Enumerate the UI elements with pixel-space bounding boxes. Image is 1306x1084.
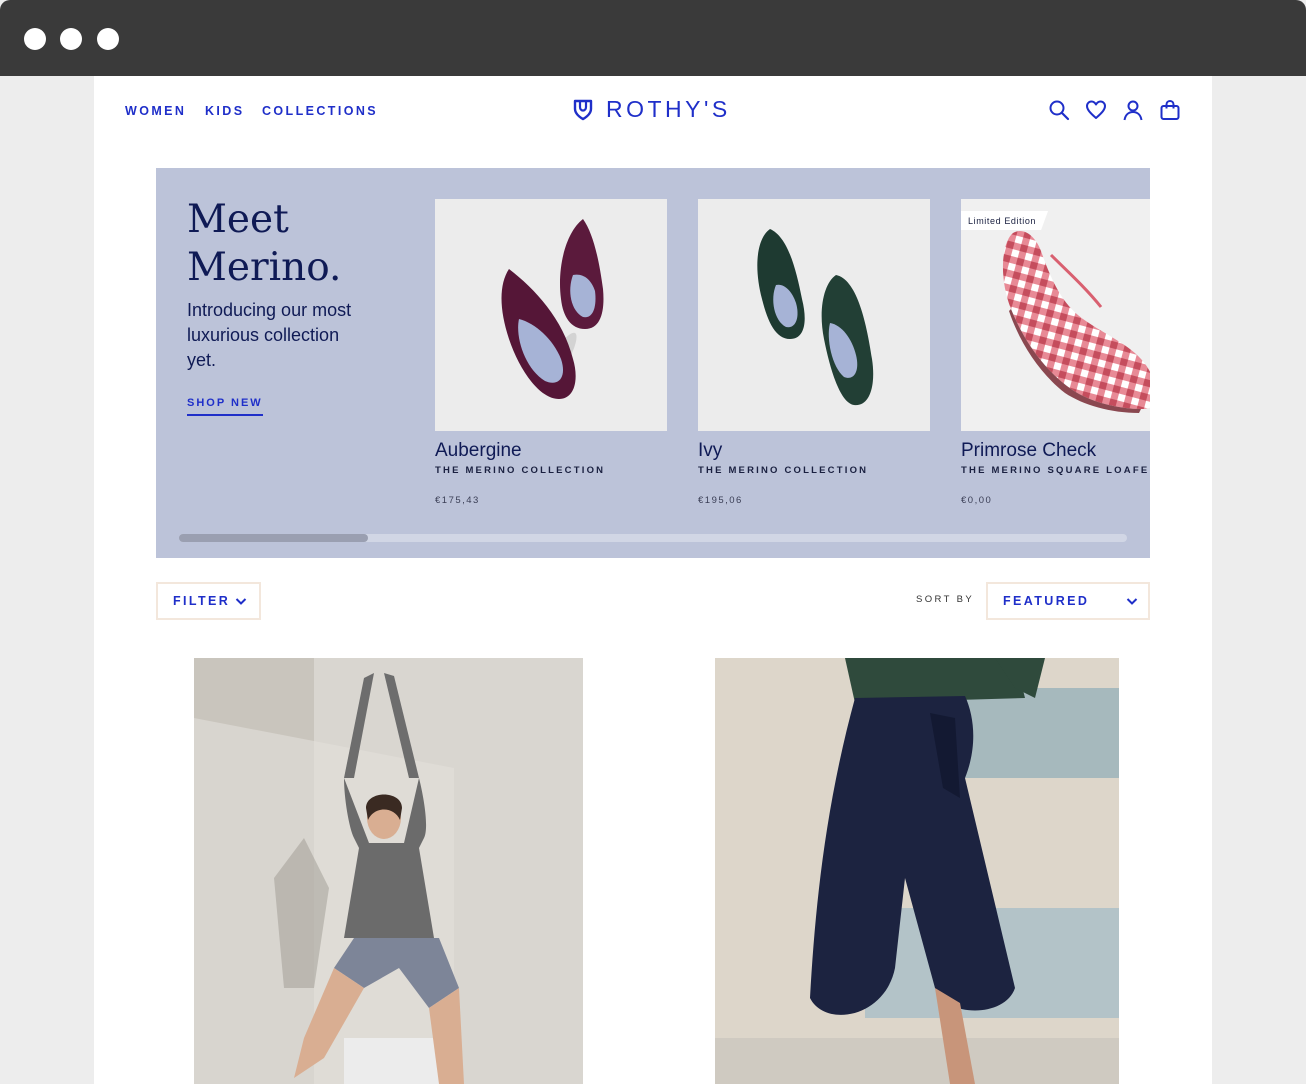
product-price: €175,43: [435, 495, 480, 506]
shop-new-link[interactable]: SHOP NEW: [187, 397, 263, 416]
product-image[interactable]: Limited Edition: [961, 199, 1150, 431]
product-name: Aubergine: [435, 440, 522, 461]
product-price: €195,06: [698, 495, 743, 506]
nav-kids[interactable]: KIDS: [205, 104, 244, 118]
nav-collections[interactable]: COLLECTIONS: [262, 104, 378, 118]
carousel-scrollbar[interactable]: [179, 534, 1127, 542]
lookbook-photo-stretch[interactable]: [194, 658, 583, 1084]
sort-value: FEATURED: [1003, 594, 1090, 608]
sort-select[interactable]: FEATURED: [986, 582, 1150, 620]
account-icon[interactable]: [1122, 99, 1144, 121]
filter-button[interactable]: FILTER: [156, 582, 261, 620]
product-collection: THE MERINO COLLECTION: [435, 465, 606, 476]
brand-name: ROTHY'S: [606, 96, 731, 122]
store-page: WOMEN KIDS COLLECTIONS ROTHY'S Meet Meri…: [94, 76, 1212, 1084]
square-loafer-image: [1003, 231, 1150, 413]
model-culottes-photo: [715, 658, 1119, 1084]
chevron-down-icon: [235, 598, 247, 605]
product-card-ivy[interactable]: Ivy THE MERINO COLLECTION €195,06: [698, 199, 930, 506]
product-image[interactable]: [435, 199, 667, 431]
loafer-pair-image: [757, 229, 874, 406]
filter-label: FILTER: [173, 594, 231, 608]
carousel-scroll-thumb[interactable]: [179, 534, 368, 542]
product-image[interactable]: [698, 199, 930, 431]
search-icon[interactable]: [1048, 99, 1070, 121]
hero-title: Meet Merino.: [187, 196, 387, 292]
merino-hero-banner: Meet Merino. Introducing our most luxuri…: [156, 168, 1150, 558]
product-card-aubergine[interactable]: Aubergine THE MERINO COLLECTION €175,43: [435, 199, 667, 506]
window-dot-close[interactable]: [24, 28, 46, 50]
window-dot-maximize[interactable]: [97, 28, 119, 50]
hero-title-line-1: Meet: [187, 197, 289, 242]
chevron-down-icon: [1126, 598, 1138, 605]
model-stretching-photo: [194, 658, 583, 1084]
product-price: €0,00: [961, 495, 993, 506]
hero-title-line-2: Merino.: [187, 245, 342, 290]
header-icons: [1048, 99, 1181, 121]
product-card-primrose-check[interactable]: Limited Edition Primrose Check THE MERIN…: [961, 199, 1150, 506]
shield-logo-icon: [573, 99, 593, 120]
bag-icon[interactable]: [1159, 99, 1181, 121]
limited-edition-badge: Limited Edition: [961, 211, 1049, 230]
browser-chrome: [0, 0, 1306, 76]
product-name: Primrose Check: [961, 440, 1097, 461]
product-collection: THE MERINO COLLECTION: [698, 465, 869, 476]
hero-subtitle: Introducing our most luxurious collectio…: [187, 300, 352, 370]
lookbook-photo-culottes[interactable]: [715, 658, 1119, 1084]
flat-shoe-pair-image: [501, 219, 604, 399]
heart-icon[interactable]: [1085, 99, 1107, 121]
nav-women[interactable]: WOMEN: [125, 104, 186, 118]
brand-logo[interactable]: ROTHY'S: [572, 96, 731, 123]
window-dot-minimize[interactable]: [60, 28, 82, 50]
product-name: Ivy: [698, 440, 723, 461]
sort-by-label: SORT BY: [916, 594, 975, 605]
product-collection: THE MERINO SQUARE LOAFER: [961, 465, 1150, 476]
